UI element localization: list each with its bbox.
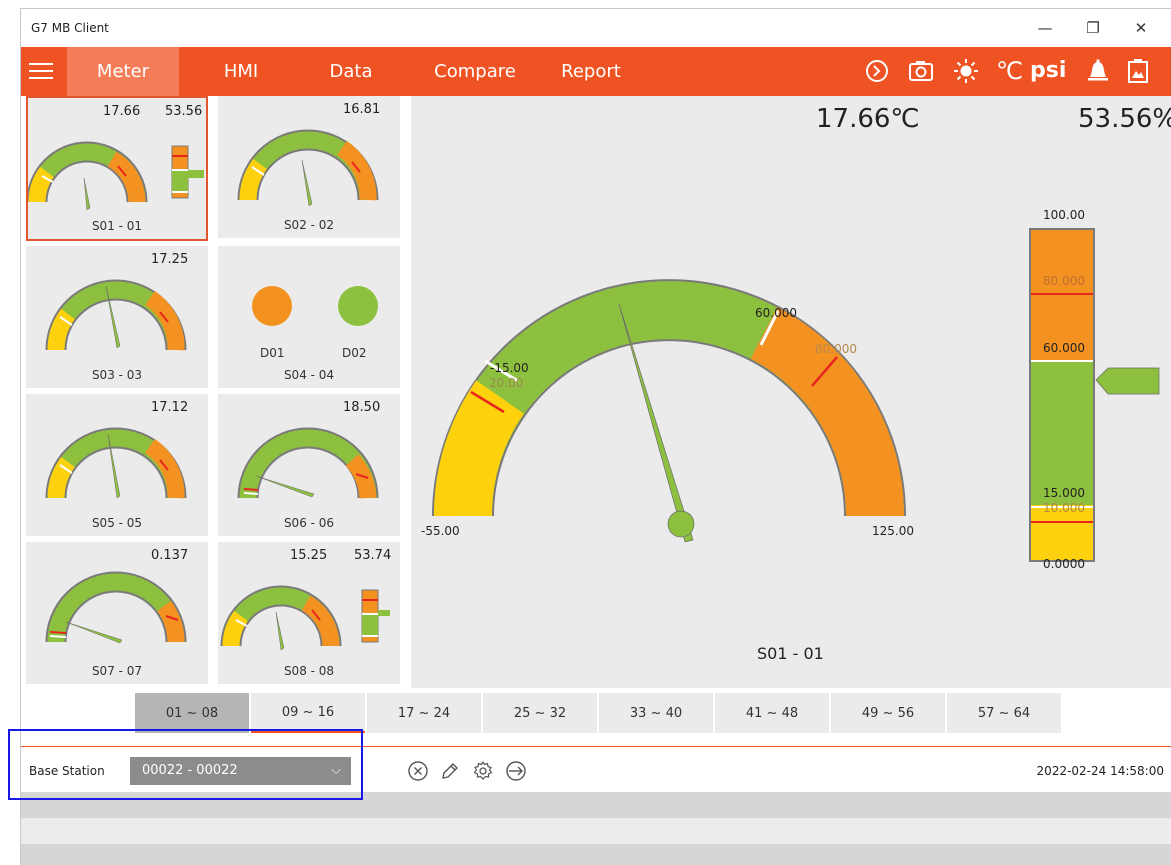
camera-icon[interactable] [908, 59, 934, 83]
main-gauge-panel: 17.66℃ 53.56% -15.00 20.00 60.000 80.000… [411, 96, 1171, 688]
tab-meter[interactable]: Meter [67, 47, 179, 96]
bar-high-alarm-label: 80.000 [1043, 274, 1085, 288]
bar-min-label: 0.0000 [1043, 557, 1085, 571]
tile-label: S06 - 06 [283, 516, 335, 530]
current-datetime: 2022-02-24 14:58:00 [1036, 764, 1164, 778]
meter-tiles-panel: 17.66 53.56 S01 - 01 16.81 S02 - 02 17.2… [21, 96, 409, 688]
mini-gauge [45, 427, 187, 499]
page-tab[interactable]: 57 ~ 64 [947, 693, 1061, 733]
window-title: G7 MB Client [31, 21, 109, 35]
page-tab[interactable]: 49 ~ 56 [831, 693, 945, 733]
tile-label: S07 - 07 [91, 664, 143, 678]
page-tab[interactable]: 33 ~ 40 [599, 693, 713, 733]
highlight-annotation-box [8, 729, 363, 800]
data-row-strip [21, 818, 1171, 844]
meter-tile-s08[interactable]: 15.25 53.74 S08 - 08 [218, 542, 400, 684]
digital-input-indicator [338, 286, 378, 326]
minimize-button[interactable]: — [1025, 13, 1065, 43]
page-tab[interactable]: 01 ~ 08 [135, 693, 249, 733]
celsius-unit-button[interactable]: ℃ [996, 59, 1023, 83]
mini-gauge [28, 141, 204, 211]
tab-data[interactable]: Data [321, 47, 381, 96]
mini-gauge [237, 129, 379, 207]
data-row-strip [21, 844, 1171, 865]
tab-compare[interactable]: Compare [425, 47, 525, 96]
page-tab[interactable]: 25 ~ 32 [483, 693, 597, 733]
edit-pencil-icon[interactable] [438, 759, 462, 783]
humidity-bar [1029, 228, 1160, 562]
psi-unit-button[interactable]: psi [1030, 59, 1066, 83]
menu-bar: Meter HMI Data Compare Report ℃ psi [21, 47, 1171, 96]
meter-tile-s03[interactable]: 17.25 S03 - 03 [26, 246, 208, 388]
page-tab[interactable]: 09 ~ 16 [251, 693, 365, 733]
page-tab[interactable]: 17 ~ 24 [367, 693, 481, 733]
meter-tile-s02[interactable]: 16.81 S02 - 02 [218, 96, 400, 238]
page-tab[interactable]: 41 ~ 48 [715, 693, 829, 733]
meter-tile-s06[interactable]: 18.50 S06 - 06 [218, 394, 400, 536]
tile-label: S02 - 02 [283, 218, 335, 232]
export-arrow-icon[interactable] [504, 759, 528, 783]
restore-button[interactable]: ❐ [1073, 13, 1113, 43]
meter-tile-s07[interactable]: 0.137 S07 - 07 [26, 542, 208, 684]
tile-label: S05 - 05 [91, 516, 143, 530]
digital-input-label: D02 [342, 346, 367, 360]
bar-low-warn-label: 15.000 [1043, 486, 1085, 500]
digital-input-label: D01 [260, 346, 285, 360]
mini-gauge [237, 427, 379, 499]
close-button[interactable]: ✕ [1121, 13, 1161, 43]
tab-report[interactable]: Report [551, 47, 631, 96]
delete-circle-icon[interactable] [406, 759, 430, 783]
mini-gauge [220, 585, 390, 651]
digital-input-indicator [252, 286, 292, 326]
tile-label: S01 - 01 [91, 219, 143, 233]
sync-icon[interactable] [864, 58, 890, 84]
hamburger-menu-icon[interactable] [29, 58, 57, 84]
tab-hmi[interactable]: HMI [211, 47, 271, 96]
bar-high-warn-label: 60.000 [1043, 341, 1085, 355]
main-sensor-label: S01 - 01 [757, 644, 824, 663]
bar-low-alarm-label: 10.000 [1043, 501, 1085, 515]
bar-max-label: 100.00 [1043, 208, 1085, 222]
mini-gauge [45, 279, 187, 351]
tile-label: S08 - 08 [283, 664, 335, 678]
mini-gauge [45, 571, 187, 644]
tile-label: S04 - 04 [283, 368, 335, 382]
meter-tile-s01[interactable]: 17.66 53.56 S01 - 01 [26, 96, 208, 241]
title-bar: G7 MB Client — ❐ ✕ [21, 9, 1171, 47]
alarm-bell-icon[interactable] [1086, 58, 1110, 84]
settings-gear-icon[interactable] [471, 759, 495, 783]
export-image-icon[interactable] [1126, 57, 1150, 85]
meter-tile-s05[interactable]: 17.12 S05 - 05 [26, 394, 208, 536]
sun-icon[interactable] [953, 58, 979, 84]
tile-label: S03 - 03 [91, 368, 143, 382]
meter-tile-s04[interactable]: D01 D02 S04 - 04 [218, 246, 400, 388]
